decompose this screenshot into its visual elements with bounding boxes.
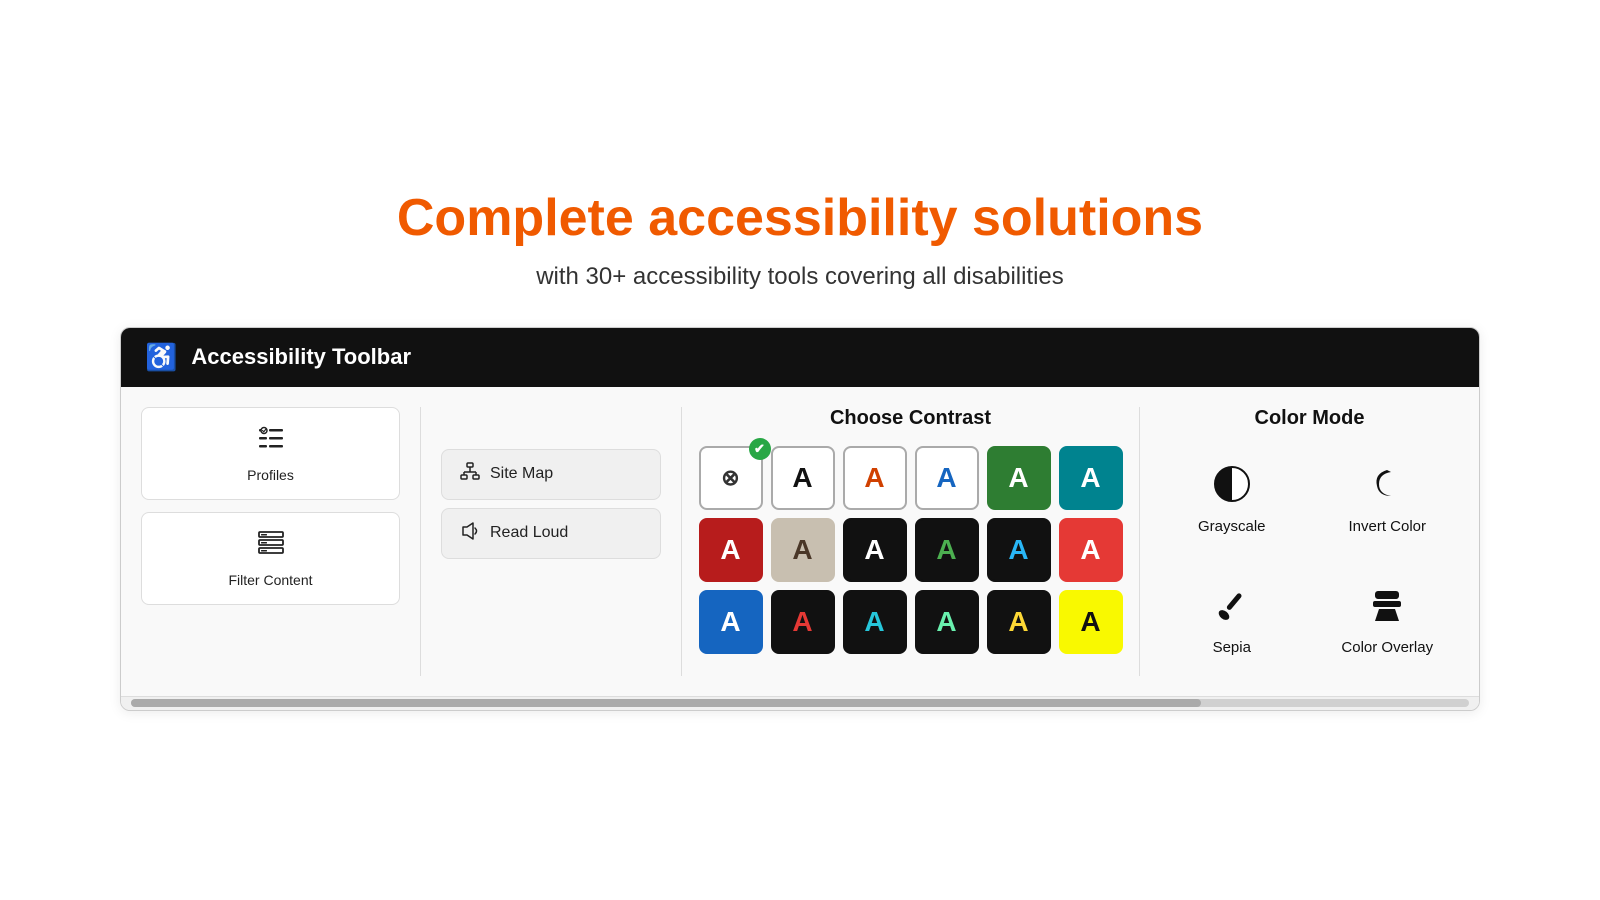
- contrast-orange-black[interactable]: A: [771, 590, 835, 654]
- contrast-white-red[interactable]: A: [699, 518, 763, 582]
- contrast-white-teal[interactable]: A: [1059, 446, 1123, 510]
- accessibility-toolbar: ♿ Accessibility Toolbar: [120, 327, 1480, 711]
- invert-color-icon: [1369, 466, 1405, 508]
- contrast-default[interactable]: ⊗: [699, 446, 763, 510]
- filter-content-icon: [257, 529, 285, 564]
- color-mode-grid: Grayscale Invert Color: [1160, 446, 1459, 676]
- contrast-red-black[interactable]: A: [1059, 518, 1123, 582]
- color-mode-section: Color Mode Grayscale Invert Color: [1139, 407, 1459, 676]
- scrollbar-thumb: [131, 699, 1201, 707]
- menu-section: Site Map Read Loud: [421, 407, 682, 676]
- hero-section: Complete accessibility solutions with 30…: [397, 189, 1203, 291]
- toolbar-body: Profiles Filter Content: [121, 387, 1479, 696]
- color-mode-title: Color Mode: [1160, 407, 1459, 430]
- contrast-black-yellow[interactable]: A: [1059, 590, 1123, 654]
- hero-title: Complete accessibility solutions: [397, 189, 1203, 249]
- contrast-section: Choose Contrast ⊗ A A A A A A A A A A A …: [682, 407, 1139, 676]
- sepia-icon: [1214, 587, 1250, 629]
- profiles-icon: [257, 424, 285, 459]
- scrollbar-track: [131, 699, 1469, 707]
- grayscale-label: Grayscale: [1198, 518, 1266, 535]
- color-overlay-icon: [1369, 587, 1405, 629]
- sepia-button[interactable]: Sepia: [1160, 567, 1304, 676]
- toolbar-title: Accessibility Toolbar: [191, 344, 411, 370]
- contrast-orange-white[interactable]: A: [843, 446, 907, 510]
- site-map-button[interactable]: Site Map: [441, 449, 661, 500]
- accessibility-icon: ♿: [145, 342, 177, 373]
- scrollbar[interactable]: [121, 696, 1479, 710]
- contrast-cyan-black[interactable]: A: [843, 590, 907, 654]
- contrast-grid: ⊗ A A A A A A A A A A A A A A A A A: [692, 446, 1129, 654]
- hero-subtitle: with 30+ accessibility tools covering al…: [397, 263, 1203, 291]
- contrast-white-black[interactable]: A: [843, 518, 907, 582]
- color-overlay-label: Color Overlay: [1341, 639, 1433, 656]
- contrast-yellow-black[interactable]: A: [987, 590, 1051, 654]
- profiles-label: Profiles: [247, 467, 294, 483]
- contrast-blue-black[interactable]: A: [987, 518, 1051, 582]
- color-overlay-button[interactable]: Color Overlay: [1316, 567, 1460, 676]
- sepia-label: Sepia: [1213, 639, 1251, 656]
- read-loud-button[interactable]: Read Loud: [441, 508, 661, 559]
- filter-content-label: Filter Content: [228, 572, 312, 588]
- contrast-white-blue-dark[interactable]: A: [699, 590, 763, 654]
- contrast-title: Choose Contrast: [692, 407, 1129, 430]
- menu-items-list: Site Map Read Loud: [441, 449, 661, 559]
- invert-color-button[interactable]: Invert Color: [1316, 446, 1460, 555]
- site-map-icon: [460, 462, 480, 487]
- toolbar-header: ♿ Accessibility Toolbar: [121, 328, 1479, 387]
- contrast-dark-tan[interactable]: A: [771, 518, 835, 582]
- contrast-blue-white[interactable]: A: [915, 446, 979, 510]
- contrast-white-green[interactable]: A: [987, 446, 1051, 510]
- read-loud-icon: [460, 521, 480, 546]
- profiles-button[interactable]: Profiles: [141, 407, 400, 500]
- site-map-label: Site Map: [490, 465, 553, 483]
- contrast-lime-black[interactable]: A: [915, 590, 979, 654]
- invert-color-label: Invert Color: [1348, 518, 1426, 535]
- contrast-black-white[interactable]: A: [771, 446, 835, 510]
- left-section: Profiles Filter Content: [141, 407, 421, 676]
- contrast-green-black[interactable]: A: [915, 518, 979, 582]
- grayscale-button[interactable]: Grayscale: [1160, 446, 1304, 555]
- grayscale-icon: [1214, 466, 1250, 508]
- filter-content-button[interactable]: Filter Content: [141, 512, 400, 605]
- read-loud-label: Read Loud: [490, 524, 568, 542]
